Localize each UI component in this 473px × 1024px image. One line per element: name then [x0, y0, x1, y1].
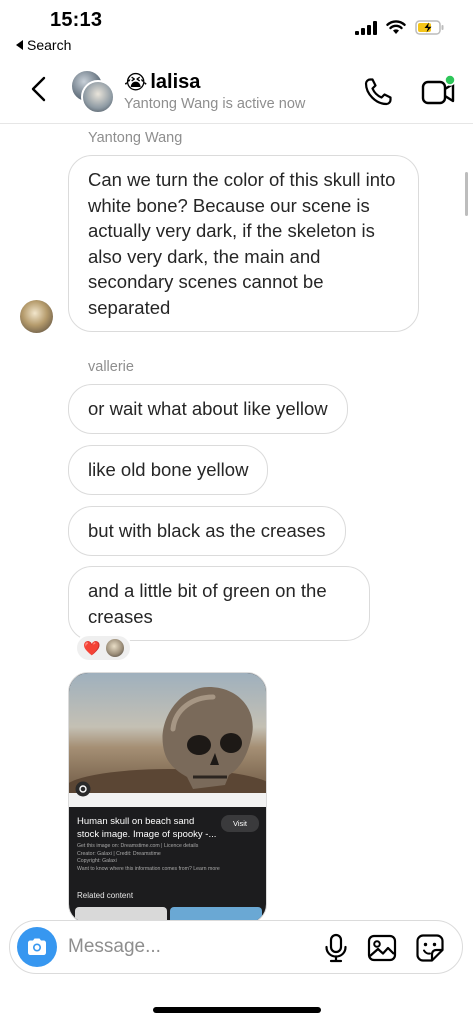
sender-name: Yantong Wang: [88, 130, 183, 146]
status-icons: [355, 20, 445, 35]
back-to-search-link[interactable]: Search: [16, 37, 71, 53]
status-bar: 15:13 Search: [0, 0, 473, 56]
status-time: 15:13: [50, 9, 103, 31]
image-title[interactable]: Human skull on beach sand stock image. I…: [77, 815, 217, 841]
chat-emoji: 😭: [124, 72, 148, 94]
scrollbar[interactable]: [465, 172, 468, 216]
image-meta: Get this image on: Dreamstime.com | Lice…: [77, 843, 262, 873]
sender-name: vallerie: [88, 359, 134, 375]
sender-avatar[interactable]: [20, 300, 53, 333]
wifi-icon: [386, 20, 406, 34]
signal-icon: [355, 20, 377, 35]
back-arrow-icon[interactable]: [24, 74, 54, 104]
skull-illustration: [69, 687, 266, 809]
image-source-strip: [69, 793, 266, 807]
sticker-icon[interactable]: [415, 933, 445, 963]
skull-photo: [69, 673, 266, 809]
message-bubble[interactable]: or wait what about like yellow: [68, 384, 348, 434]
chat-header: 😭 lalisa Yantong Wang is active now: [0, 56, 473, 124]
avatar: [81, 80, 115, 114]
lens-icon[interactable]: [75, 781, 91, 797]
phone-call-icon[interactable]: [362, 76, 394, 108]
visit-button[interactable]: Visit: [221, 815, 259, 832]
meta-line: Get this image on: Dreamstime.com | Lice…: [77, 843, 199, 849]
message-bubble[interactable]: like old bone yellow: [68, 445, 269, 495]
active-status: Yantong Wang is active now: [124, 96, 306, 112]
video-call-icon[interactable]: [420, 74, 456, 108]
message-bubble[interactable]: but with black as the creases: [68, 506, 346, 556]
chat-name-label: lalisa: [150, 71, 201, 93]
chat-title[interactable]: 😭 lalisa: [124, 70, 200, 95]
microphone-icon[interactable]: [322, 933, 350, 963]
camera-button[interactable]: [17, 927, 57, 967]
meta-line[interactable]: Want to know where this information come…: [77, 866, 262, 874]
reactor-avatar: [106, 639, 125, 657]
back-triangle-icon: [16, 40, 23, 50]
message-input[interactable]: [68, 933, 288, 961]
group-avatar[interactable]: [70, 69, 116, 115]
home-indicator[interactable]: [153, 1007, 321, 1013]
message-reactions[interactable]: ❤️: [75, 634, 133, 662]
camera-icon: [28, 938, 46, 955]
message-bubble[interactable]: and a little bit of green on the creases: [68, 566, 370, 641]
back-app-label: Search: [27, 37, 72, 53]
message-composer: [9, 920, 463, 974]
related-content-label: Related content: [77, 891, 134, 900]
meta-line: Creator: Galaxi | Credit: Dreamstime: [77, 850, 161, 857]
gallery-icon[interactable]: [367, 933, 397, 963]
battery-charging-icon: [415, 20, 444, 35]
heart-reaction-icon: ❤️: [83, 640, 101, 656]
meta-line: Copyright: Galaxi: [77, 858, 117, 864]
message-bubble[interactable]: Can we turn the color of this skull into…: [68, 155, 419, 332]
shared-image-card[interactable]: Human skull on beach sand stock image. I…: [68, 672, 267, 924]
